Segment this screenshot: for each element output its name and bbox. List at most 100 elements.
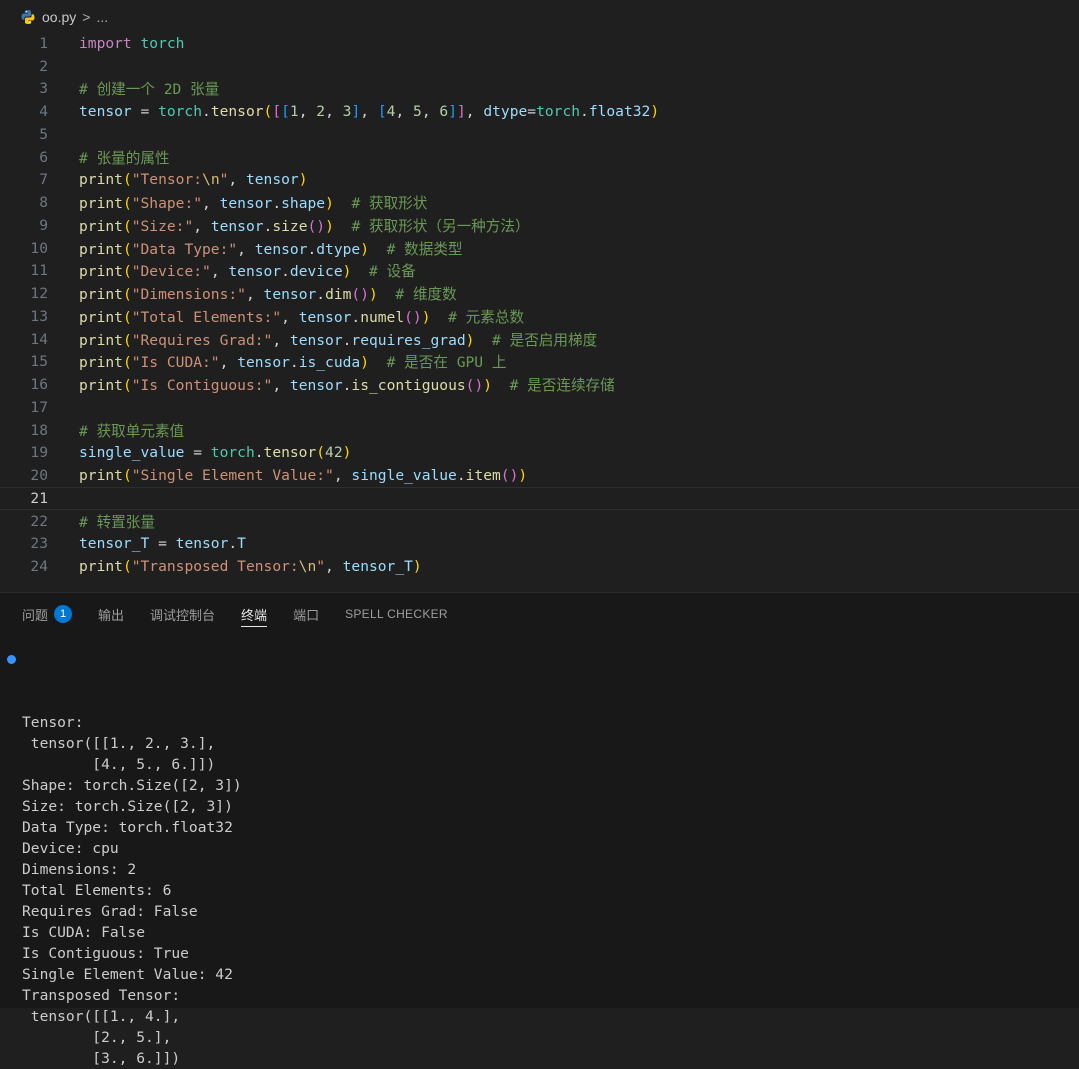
code-token: tensor [263, 286, 317, 304]
code-token: = [184, 444, 211, 462]
code-line[interactable]: 10 print("Data Type:", tensor.dtype) # 数据… [0, 237, 1079, 260]
code-token: , [421, 103, 440, 121]
code-line[interactable]: 17 [0, 396, 1079, 419]
code-token: " [316, 558, 326, 576]
code-line[interactable]: 7 print("Tensor:\n", tensor) [0, 169, 1079, 192]
code-token: "Size:" [131, 217, 194, 235]
code-text: print("Tensor:\n", tensor) [79, 171, 308, 188]
terminal-line: Dimensions: 2 [22, 861, 137, 878]
code-line[interactable]: 20 print("Single Element Value:", single_… [0, 464, 1079, 487]
code-token: ) [360, 354, 370, 372]
breadcrumb: oo.py > ... [0, 0, 1079, 34]
code-token: 1 [289, 103, 299, 121]
code-line[interactable]: 15 print("Is CUDA:", tensor.is_cuda) # 是否… [0, 351, 1079, 374]
code-token: # 维度数 [395, 286, 457, 304]
code-token: ( [122, 240, 132, 258]
code-token: ) [325, 217, 334, 235]
code-token: tensor [289, 377, 343, 395]
code-token: ( [122, 467, 132, 485]
code-line[interactable]: 2 [0, 55, 1079, 78]
code-token: , [272, 377, 290, 395]
code-line[interactable]: 23 tensor_T = tensor.T [0, 533, 1079, 556]
code-line[interactable]: 21 [0, 487, 1079, 510]
code-line[interactable]: 24 print("Transposed Tensor:\n", tensor_T… [0, 555, 1079, 578]
tab-label: 调试控制台 [150, 607, 216, 623]
code-line[interactable]: 14 print("Requires Grad:", tensor.require… [0, 328, 1079, 351]
code-editor[interactable]: 1 import torch 2 3 # 创建一个 2D 张量 4 tensor = tor… [0, 34, 1079, 592]
code-line[interactable]: 12 print("Dimensions:", tensor.dim()) # 维… [0, 282, 1079, 305]
code-line[interactable]: 1 import torch [0, 32, 1079, 55]
line-number: 4 [39, 103, 48, 121]
code-token: = [527, 103, 537, 121]
terminal-line: Size: torch.Size([2, 3]) [22, 798, 233, 815]
code-token: "Is Contiguous:" [131, 377, 273, 395]
code-token: , [228, 171, 246, 189]
code-line[interactable]: 19 single_value = torch.tensor(42) [0, 442, 1079, 465]
terminal-output[interactable]: Tensor: tensor([[1., 2., 3.], [4., 5., 6… [0, 649, 1079, 1069]
code-line[interactable]: 6 # 张量的属性 [0, 146, 1079, 169]
breadcrumb-symbols[interactable]: ... [96, 9, 108, 25]
code-token: . [307, 240, 317, 258]
code-line[interactable]: 3 # 创建一个 2D 张量 [0, 78, 1079, 101]
breadcrumb-file[interactable]: oo.py [42, 9, 76, 25]
code-token: tensor [298, 308, 352, 326]
line-number: 13 [30, 307, 48, 325]
code-token: tensor [263, 444, 317, 462]
code-text: print("Is CUDA:", tensor.is_cuda) # 是否在 … [79, 351, 506, 372]
code-token: , [360, 103, 378, 121]
code-line[interactable]: 18 # 获取单元素值 [0, 419, 1079, 442]
code-token: ) [369, 286, 378, 304]
tab-problems[interactable]: 问题 1 [22, 593, 73, 635]
code-token: size [272, 217, 308, 235]
code-line[interactable]: 16 print("Is Contiguous:", tensor.is_cont… [0, 373, 1079, 396]
line-number: 5 [39, 125, 48, 143]
code-token: . [228, 535, 238, 553]
tab-terminal[interactable]: 终端 [241, 593, 268, 635]
code-token: device [289, 263, 343, 281]
code-line[interactable]: 13 print("Total Elements:", tensor.numel(… [0, 305, 1079, 328]
code-token: # 获取形状（另一种方法） [351, 217, 530, 235]
code-token: single_value [79, 444, 185, 462]
code-token: ) [421, 308, 431, 326]
tab-debug-console[interactable]: 调试控制台 [150, 593, 215, 635]
code-line[interactable]: 5 [0, 123, 1079, 146]
code-token: , [219, 354, 238, 372]
code-text: # 转置张量 [79, 511, 155, 532]
code-token: print [79, 195, 123, 213]
code-token: ) [298, 171, 308, 189]
tab-ports[interactable]: 端口 [293, 593, 319, 635]
terminal-line: [3., 6.]]) [22, 1050, 181, 1067]
line-number: 16 [30, 376, 48, 394]
line-number: 3 [39, 80, 48, 98]
line-number: 10 [30, 239, 48, 257]
code-token: . [316, 286, 326, 304]
code-line[interactable]: 11 print("Device:", tensor.device) # 设备 [0, 260, 1079, 283]
tab-output[interactable]: 输出 [98, 593, 124, 635]
code-line[interactable]: 22 # 转置张量 [0, 510, 1079, 533]
terminal-line: Tensor: [22, 714, 84, 731]
code-token: , [395, 103, 414, 121]
code-line[interactable]: 9 print("Size:", tensor.size()) # 获取形状（另一… [0, 214, 1079, 237]
code-text: # 创建一个 2D 张量 [79, 78, 219, 99]
code-token: , [325, 103, 343, 121]
line-number: 2 [39, 57, 48, 75]
command-decoration-icon[interactable] [7, 655, 16, 664]
code-token: , [333, 467, 352, 485]
terminal-line: Total Elements: 6 [22, 882, 172, 899]
code-token: ( [263, 103, 273, 121]
code-token: torch [536, 103, 581, 121]
code-token: ) [360, 240, 369, 258]
tab-spell-checker[interactable]: SPELL CHECKER [345, 593, 448, 635]
breadcrumb-separator: > [82, 9, 91, 25]
code-token: # 数据类型 [386, 240, 463, 258]
code-token: "Tensor: [131, 171, 203, 189]
code-token: [ [272, 103, 282, 121]
line-number: 15 [30, 353, 48, 371]
line-number: 19 [30, 444, 48, 462]
code-line[interactable]: 8 print("Shape:", tensor.shape) # 获取形状 [0, 191, 1079, 214]
code-line[interactable]: 4 tensor = torch.tensor([[1, 2, 3], [4, 5… [0, 100, 1079, 123]
line-number: 12 [30, 285, 48, 303]
